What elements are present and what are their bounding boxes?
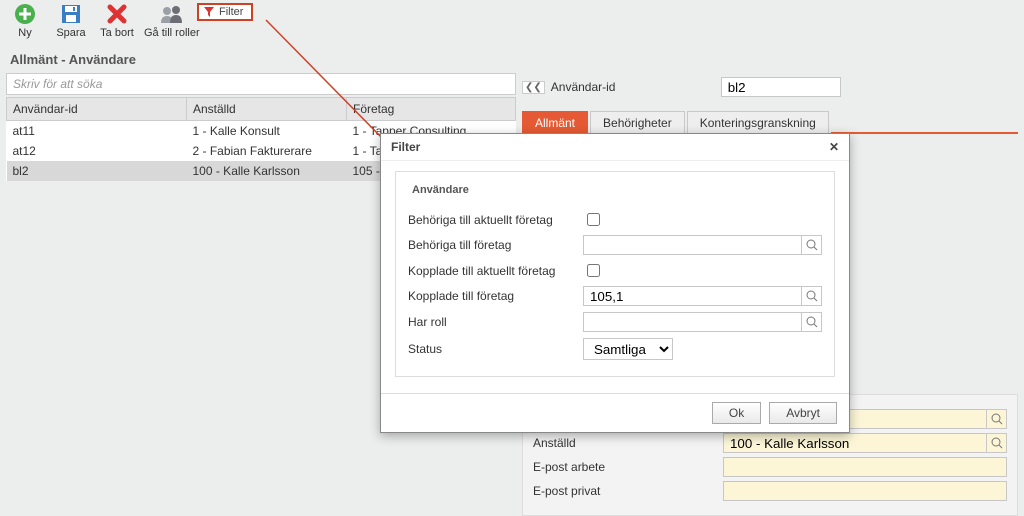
email-work-label: E-post arbete: [533, 460, 723, 474]
status-select[interactable]: Samtliga: [583, 338, 673, 360]
table-header-row: Användar-id Anställd Företag: [7, 98, 516, 121]
status-label: Status: [408, 342, 583, 356]
section-title: Allmänt - Användare: [0, 42, 1024, 73]
tab-general[interactable]: Allmänt: [522, 111, 588, 134]
userid-label: Användar-id: [551, 80, 721, 94]
email-priv-label: E-post privat: [533, 484, 723, 498]
has-role-label: Har roll: [408, 315, 583, 329]
users-icon: [144, 2, 200, 26]
tab-underline: [831, 132, 1018, 134]
new-label: Ny: [6, 27, 44, 39]
fieldset-title: Användare: [408, 184, 473, 196]
goto-roles-button[interactable]: Gå till roller: [144, 2, 200, 39]
search-icon[interactable]: [802, 286, 822, 306]
save-icon: [52, 2, 90, 26]
auth-company-label: Behöriga till företag: [408, 238, 583, 252]
linked-company-field[interactable]: [583, 286, 802, 306]
save-button[interactable]: Spara: [52, 2, 90, 39]
close-icon[interactable]: ✕: [829, 140, 839, 154]
delete-button[interactable]: Ta bort: [98, 2, 136, 39]
employee-field[interactable]: [723, 433, 987, 453]
save-label: Spara: [52, 27, 90, 39]
search-icon[interactable]: [802, 235, 822, 255]
dialog-title: Filter: [391, 140, 420, 154]
auth-current-checkbox[interactable]: [587, 213, 600, 226]
plus-icon: [6, 2, 44, 26]
toolbar: Ny Spara Ta bort Gå till roller: [0, 0, 1024, 42]
delete-label: Ta bort: [98, 27, 136, 39]
delete-icon: [98, 2, 136, 26]
search-input[interactable]: Skriv för att söka: [6, 73, 516, 95]
linked-current-label: Kopplade till aktuellt företag: [408, 264, 583, 278]
tab-permissions[interactable]: Behörigheter: [590, 111, 685, 134]
filter-dialog: Filter ✕ Användare Behöriga till aktuell…: [380, 133, 850, 433]
employee-label: Anställd: [533, 436, 723, 450]
linked-company-label: Kopplade till företag: [408, 289, 583, 303]
roles-label: Gå till roller: [144, 27, 200, 39]
auth-current-label: Behöriga till aktuellt företag: [408, 213, 583, 227]
cancel-button[interactable]: Avbryt: [769, 402, 837, 424]
filter-icon: [203, 6, 215, 18]
tabs: Allmänt Behörigheter Konteringsgransknin…: [522, 111, 831, 134]
auth-company-field[interactable]: [583, 235, 802, 255]
ok-button[interactable]: Ok: [712, 402, 761, 424]
search-icon[interactable]: [802, 312, 822, 332]
has-role-field[interactable]: [583, 312, 802, 332]
col-company[interactable]: Företag: [347, 98, 516, 121]
filter-label: Filter: [219, 6, 243, 18]
tab-review[interactable]: Konteringsgranskning: [687, 111, 829, 134]
linked-current-checkbox[interactable]: [587, 264, 600, 277]
collapse-icon[interactable]: ❮❮: [522, 81, 545, 94]
filter-button[interactable]: Filter: [197, 3, 253, 21]
email-work-field[interactable]: [723, 457, 1007, 477]
col-employee[interactable]: Anställd: [187, 98, 347, 121]
search-icon[interactable]: [987, 409, 1007, 429]
search-icon[interactable]: [987, 433, 1007, 453]
col-user-id[interactable]: Användar-id: [7, 98, 187, 121]
email-priv-field[interactable]: [723, 481, 1007, 501]
userid-field[interactable]: [721, 77, 841, 97]
new-button[interactable]: Ny: [6, 2, 44, 39]
